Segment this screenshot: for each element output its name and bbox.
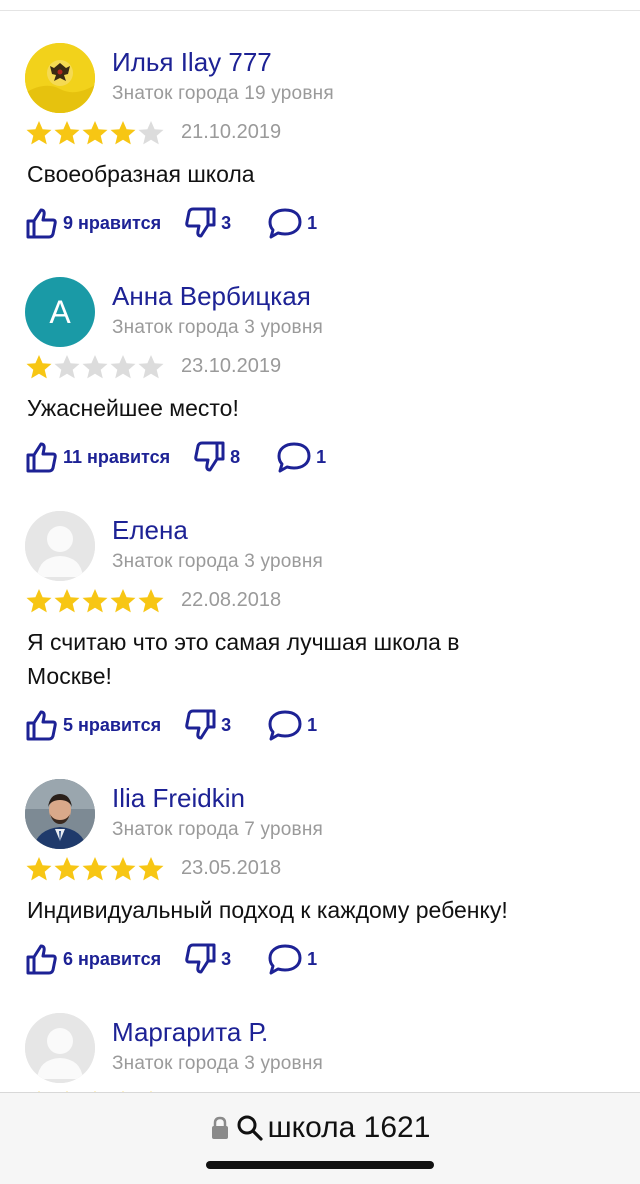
rating-stars [25, 119, 165, 147]
like-count: 6 нравится [63, 948, 162, 969]
review-actions: 5 нравится 3 1 [25, 707, 317, 743]
star-empty-icon [82, 355, 108, 379]
avatar[interactable]: А [25, 277, 95, 347]
avatar[interactable] [25, 43, 95, 113]
star-filled-icon [54, 857, 80, 881]
star-filled-icon [82, 857, 108, 881]
comment-count: 1 [307, 714, 318, 735]
reviews-feed[interactable]: Илья Ilay 777 Знаток города 19 уровня 21… [0, 0, 640, 1092]
user-photo [25, 779, 95, 849]
author-name[interactable]: Маргарита Р. [112, 1017, 268, 1048]
rating-stars [25, 855, 165, 883]
star-empty-icon [110, 355, 136, 379]
thumbs-up-icon [26, 442, 57, 473]
like-button[interactable]: 5 нравится [25, 708, 161, 742]
review-text: Ужаснейшее место! [27, 395, 239, 421]
dislike-count: 3 [221, 948, 232, 969]
address-query[interactable]: школа 1621 [268, 1111, 431, 1145]
thumbs-down-icon [194, 441, 225, 472]
review-date: 22.08.2018 [181, 589, 282, 611]
home-indicator[interactable] [206, 1161, 434, 1169]
comment-button[interactable]: 1 [267, 942, 317, 976]
thumbs-down-icon [185, 943, 216, 974]
comment-button[interactable]: 1 [267, 708, 317, 742]
author-name[interactable]: Анна Вербицкая [112, 281, 311, 312]
dislike-button[interactable]: 3 [183, 942, 231, 976]
comment-bubble-icon [277, 442, 311, 473]
avatar[interactable] [25, 511, 95, 581]
star-empty-icon [138, 355, 164, 379]
star-filled-icon [110, 589, 136, 613]
emblem-icon [25, 43, 95, 113]
author-name[interactable]: Илья Ilay 777 [112, 47, 272, 78]
star-empty-icon [54, 355, 80, 379]
review-text: Индивидуальный подход к каждому ребенку! [27, 897, 508, 923]
like-count: 5 нравится [63, 714, 162, 735]
author-level: Знаток города 3 уровня [112, 551, 324, 572]
star-filled-icon [138, 857, 164, 881]
avatar[interactable] [25, 779, 95, 849]
default-user-icon [25, 1013, 95, 1083]
dislike-count: 3 [221, 714, 232, 735]
star-filled-icon [110, 121, 136, 145]
search-icon [237, 1115, 263, 1141]
like-button[interactable]: 6 нравится [25, 942, 161, 976]
author-level: Знаток города 7 уровня [112, 819, 324, 840]
dislike-button[interactable]: 3 [183, 206, 231, 240]
lock-icon [211, 1116, 228, 1139]
review-text: Я считаю что это самая лучшая школа в Мо… [27, 629, 460, 689]
dislike-count: 3 [221, 212, 232, 233]
address-bar[interactable]: школа 1621 [0, 1110, 640, 1146]
star-filled-icon [26, 857, 52, 881]
like-count: 9 нравится [63, 212, 162, 233]
star-filled-icon [26, 355, 52, 379]
review-date: 23.05.2018 [181, 857, 282, 879]
author-name[interactable]: Елена [112, 515, 188, 546]
dislike-button[interactable]: 3 [183, 708, 231, 742]
comment-bubble-icon [268, 710, 302, 741]
rating-stars [25, 353, 165, 381]
thumbs-up-icon [26, 208, 57, 239]
comment-button[interactable]: 1 [267, 206, 317, 240]
review-actions: 6 нравится 3 1 [25, 941, 317, 977]
avatar-letter: А [49, 293, 71, 330]
comment-button[interactable]: 1 [276, 440, 326, 474]
star-empty-icon [138, 121, 164, 145]
star-filled-icon [82, 589, 108, 613]
browser-toolbar: школа 1621 [0, 1092, 640, 1184]
comment-bubble-icon [268, 944, 302, 975]
comment-count: 1 [307, 948, 318, 969]
author-level: Знаток города 3 уровня [112, 317, 324, 338]
thumbs-up-icon [26, 710, 57, 741]
like-count: 11 нравится [63, 446, 171, 467]
like-button[interactable]: 9 нравится [25, 206, 161, 240]
review-date: 23.10.2019 [181, 355, 282, 377]
default-user-icon [25, 511, 95, 581]
star-filled-icon [54, 589, 80, 613]
dislike-count: 8 [230, 446, 241, 467]
star-filled-icon [138, 589, 164, 613]
thumbs-up-icon [26, 944, 57, 975]
review-date: 21.10.2019 [181, 121, 282, 143]
comment-count: 1 [316, 446, 327, 467]
rating-stars [25, 587, 165, 615]
star-filled-icon [82, 121, 108, 145]
author-level: Знаток города 3 уровня [112, 1053, 324, 1074]
star-filled-icon [26, 589, 52, 613]
avatar[interactable] [25, 1013, 95, 1083]
star-filled-icon [110, 857, 136, 881]
comment-bubble-icon [268, 208, 302, 239]
thumbs-down-icon [185, 709, 216, 740]
star-filled-icon [26, 121, 52, 145]
review-text: Своеобразная школа [27, 161, 255, 187]
thumbs-down-icon [185, 207, 216, 238]
star-filled-icon [54, 121, 80, 145]
comment-count: 1 [307, 212, 318, 233]
review-actions: 9 нравится 3 1 [25, 205, 317, 241]
dislike-button[interactable]: 8 [192, 440, 240, 474]
author-level: Знаток города 19 уровня [112, 83, 334, 104]
author-name[interactable]: Ilia Freidkin [112, 783, 245, 814]
like-button[interactable]: 11 нравится [25, 440, 170, 474]
review-actions: 11 нравится 8 1 [25, 439, 326, 475]
